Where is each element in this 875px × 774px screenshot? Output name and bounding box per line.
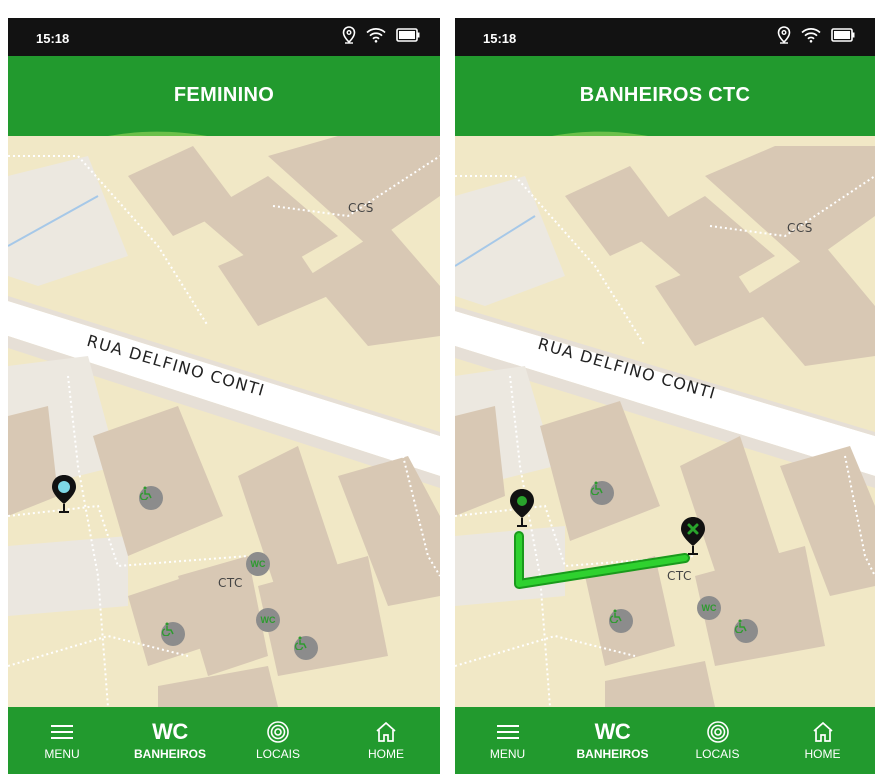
location-icon bbox=[777, 26, 791, 44]
wc-icon: WC bbox=[152, 719, 188, 744]
menu-icon bbox=[51, 725, 73, 739]
page-title: BANHEIROS CTC bbox=[579, 84, 751, 106]
phone-screen-feminino: 15:18 FEMININO CCS RUA DELFINO CONTI CTC… bbox=[8, 18, 440, 774]
status-bar: 15:18 bbox=[455, 18, 875, 56]
nav-home-label: HOME bbox=[804, 747, 841, 761]
accessible-icon[interactable] bbox=[590, 481, 614, 505]
phone-screen-banheiros-ctc: 15:18 BANHEIROS CTC CCS RUA DELFINO CONT… bbox=[455, 18, 875, 774]
nav-home[interactable]: HOME bbox=[783, 707, 863, 761]
map-label-ccs: CCS bbox=[348, 201, 374, 215]
nav-home-label: HOME bbox=[368, 747, 404, 761]
nav-locais-label: LOCAIS bbox=[695, 747, 740, 761]
home-icon bbox=[376, 721, 396, 742]
accessible-icon[interactable] bbox=[734, 619, 758, 643]
nav-home[interactable]: HOME bbox=[346, 707, 426, 761]
accessible-icon[interactable] bbox=[161, 622, 185, 646]
wc-poi[interactable]: WC bbox=[246, 552, 270, 576]
nav-menu[interactable]: MENU bbox=[468, 707, 548, 761]
wc-poi[interactable]: WC bbox=[697, 596, 721, 620]
target-icon bbox=[706, 721, 729, 743]
page-title: FEMININO bbox=[173, 84, 275, 106]
nav-menu[interactable]: MENU bbox=[22, 707, 102, 761]
home-icon bbox=[812, 721, 833, 742]
status-time: 15:18 bbox=[36, 31, 70, 46]
nav-locais[interactable]: LOCAIS bbox=[678, 707, 758, 761]
nav-banheiros-label: BANHEIROS bbox=[576, 747, 649, 761]
route-start-pin-icon[interactable] bbox=[508, 488, 536, 528]
status-bar: 15:18 bbox=[8, 18, 440, 56]
location-icon bbox=[342, 26, 356, 44]
nav-menu-label: MENU bbox=[489, 747, 526, 761]
map-label-ccs: CCS bbox=[787, 221, 813, 235]
map-label-ctc: CTC bbox=[667, 569, 692, 583]
map-label-ctc: CTC bbox=[218, 576, 243, 590]
menu-icon bbox=[496, 725, 519, 739]
status-time: 15:18 bbox=[483, 31, 517, 46]
wc-poi[interactable]: WC bbox=[256, 608, 280, 632]
campus-map[interactable]: CCS RUA DELFINO CONTI CTC WC bbox=[455, 136, 875, 707]
wifi-icon bbox=[801, 28, 821, 43]
nav-menu-label: MENU bbox=[44, 747, 80, 761]
bottom-nav: MENU WC BANHEIROS LOCAIS HOME bbox=[455, 707, 875, 774]
accessible-icon[interactable] bbox=[294, 636, 318, 660]
wc-icon: WC bbox=[594, 719, 631, 744]
nav-banheiros[interactable]: WC BANHEIROS bbox=[573, 707, 653, 761]
campus-map[interactable]: CCS RUA DELFINO CONTI CTC WC WC bbox=[8, 136, 440, 707]
battery-icon bbox=[396, 28, 420, 42]
target-icon bbox=[267, 721, 289, 743]
bottom-nav: MENU WC BANHEIROS LOCAIS HOME bbox=[8, 707, 440, 774]
route-destination-pin-icon[interactable] bbox=[679, 516, 707, 556]
nav-locais-label: LOCAIS bbox=[255, 747, 300, 761]
wifi-icon bbox=[366, 28, 386, 43]
nav-banheiros[interactable]: WC BANHEIROS bbox=[130, 707, 210, 761]
battery-icon bbox=[831, 28, 855, 42]
accessible-icon[interactable] bbox=[139, 486, 163, 510]
nav-banheiros-label: BANHEIROS bbox=[133, 747, 206, 761]
accessible-icon[interactable] bbox=[609, 609, 633, 633]
user-location-pin-icon[interactable] bbox=[50, 474, 78, 514]
nav-locais[interactable]: LOCAIS bbox=[238, 707, 318, 761]
